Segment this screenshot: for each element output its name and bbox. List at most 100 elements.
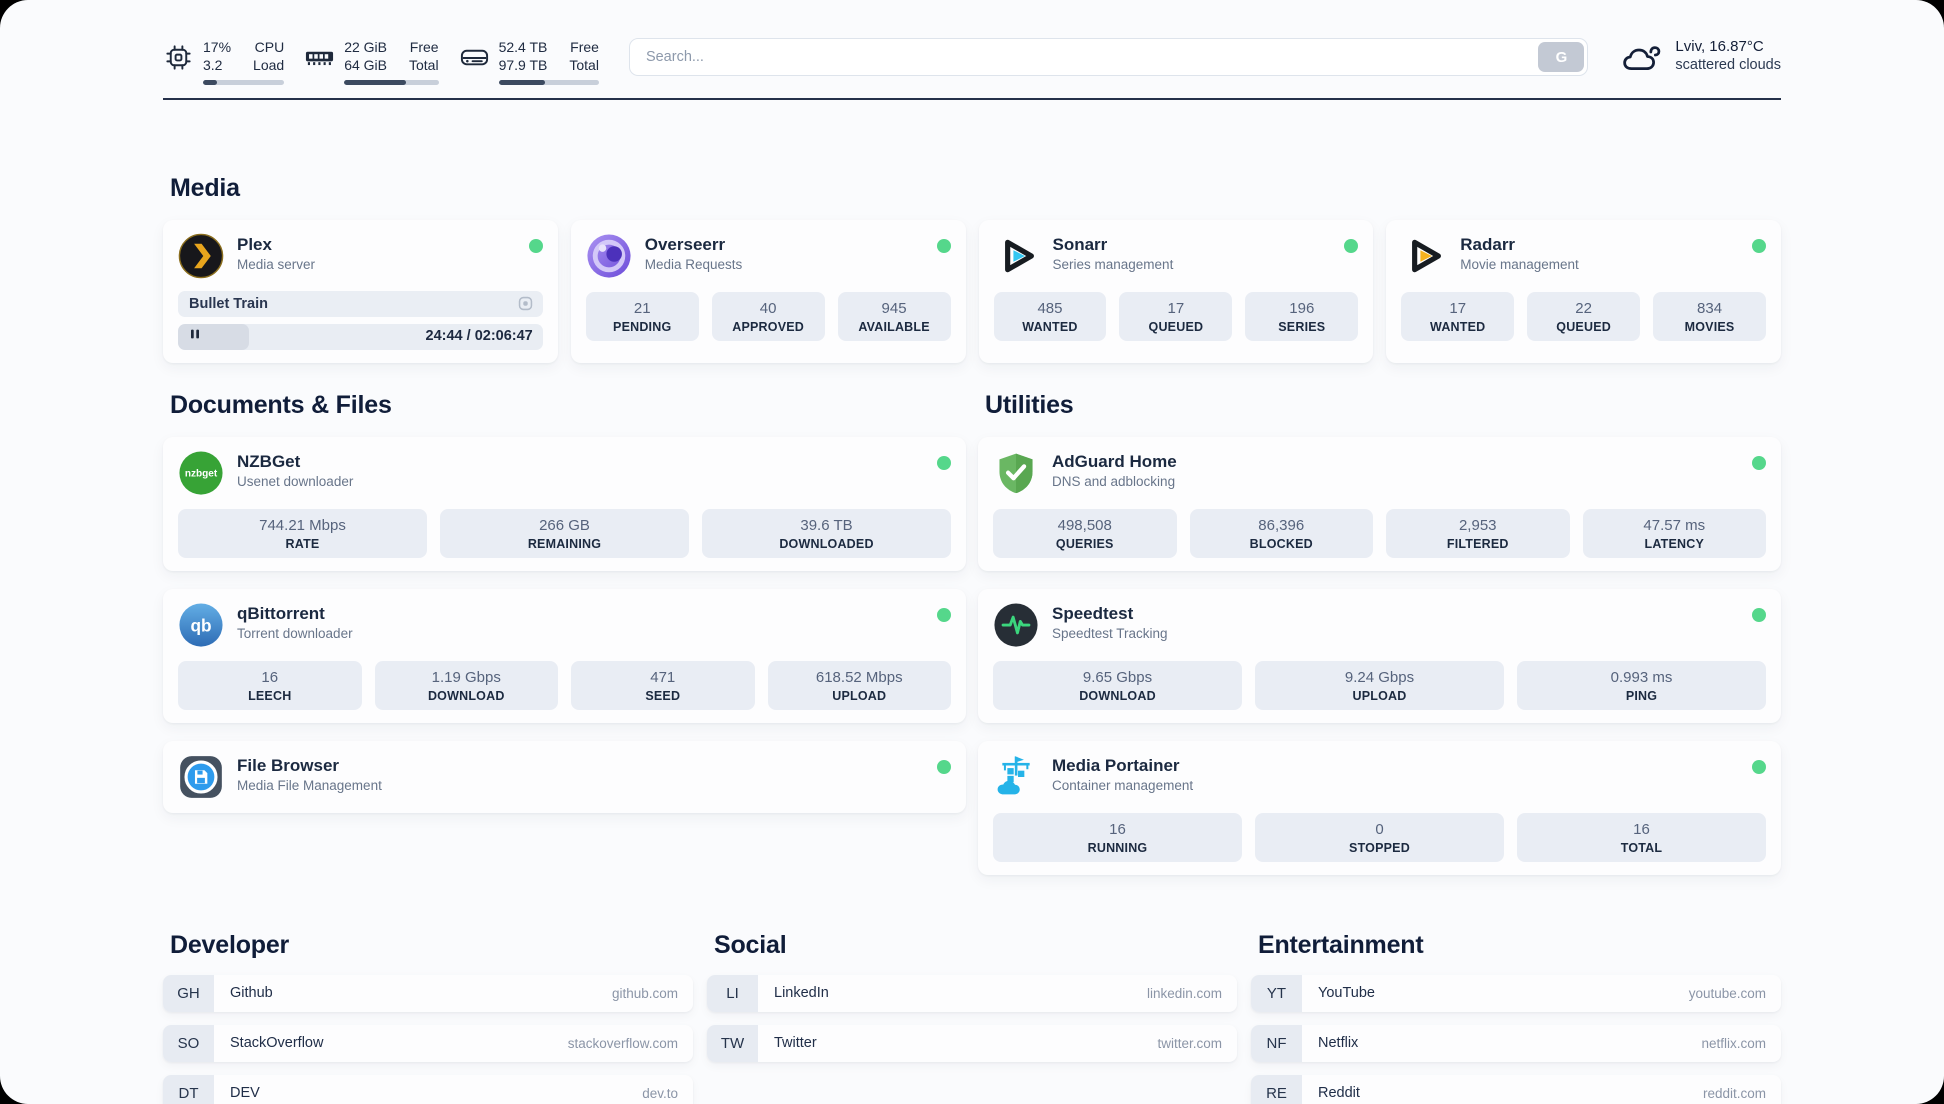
playback-progress-bar[interactable]: 24:44 / 02:06:47 [178, 323, 543, 350]
bookmark-github[interactable]: GH Github github.com [163, 974, 693, 1012]
bookmark-abbr: DT [163, 1074, 214, 1104]
bookmark-reddit[interactable]: RE Reddit reddit.com [1251, 1074, 1781, 1104]
app-subtitle: Media server [237, 256, 316, 272]
bookmark-twitter[interactable]: TW Twitter twitter.com [707, 1024, 1237, 1062]
bookmark-name: StackOverflow [230, 1035, 324, 1052]
plex-icon [178, 233, 224, 279]
section-entertainment: Entertainment YT YouTube youtube.com NF … [1251, 931, 1781, 1104]
status-dot-online [1752, 238, 1766, 253]
app-subtitle: Movie management [1460, 256, 1579, 272]
app-card-sonarr[interactable]: Sonarr Series management 485 WANTED 17 Q… [978, 219, 1374, 363]
stat-queued: 22 QUEUED [1527, 291, 1641, 341]
app-title: Speedtest [1052, 603, 1134, 623]
app-card-nzbget[interactable]: nzbget NZBGet Usenet downloader 744.21 M… [163, 436, 966, 571]
bookmark-name: YouTube [1318, 985, 1375, 1002]
sonarr-icon [994, 233, 1040, 279]
app-subtitle: Speedtest Tracking [1052, 625, 1168, 641]
stat-wanted: 17 WANTED [1401, 291, 1515, 341]
stat-blocked: 86,396 BLOCKED [1189, 508, 1373, 558]
filebrowser-icon [178, 754, 224, 800]
weather-location-temp: Lviv, 16.87°C [1675, 38, 1764, 55]
weather-condition: scattered clouds [1675, 57, 1781, 73]
search-form: G [628, 38, 1589, 76]
stat-series: 196 SERIES [1245, 291, 1359, 341]
app-card-speedtest[interactable]: Speedtest Speedtest Tracking 9.65 Gbps D… [978, 588, 1781, 723]
app-subtitle: Torrent downloader [237, 625, 353, 641]
status-dot-online [936, 238, 951, 253]
section-title-documents: Documents & Files [170, 390, 392, 419]
bookmark-name: Reddit [1318, 1085, 1360, 1102]
stat-stopped: 0 STOPPED [1255, 812, 1504, 862]
bookmark-dev[interactable]: DT DEV dev.to [163, 1074, 693, 1104]
now-playing-row: Bullet Train [178, 290, 543, 317]
ram-icon [304, 42, 335, 73]
section-title-developer: Developer [170, 930, 290, 959]
section-media: Media Plex Media server Bullet Train 24:… [163, 174, 1781, 363]
disk-widget: 52.4 TB 97.9 TB Free Total [459, 38, 599, 85]
app-subtitle: Series management [1052, 256, 1174, 272]
app-card-overseerr[interactable]: Overseerr Media Requests 21 PENDING 40 A… [570, 219, 966, 363]
cpu-progress-bar [203, 79, 285, 85]
stat-remaining: 266 GB REMAINING [440, 508, 689, 558]
bookmark-abbr: RE [1251, 1074, 1302, 1104]
stat-pending: 21 PENDING [585, 291, 699, 341]
stat-download: 1.19 Gbps DOWNLOAD [374, 660, 558, 710]
app-title: Media Portainer [1052, 755, 1180, 775]
stat-ping: 0.993 ms PING [1517, 660, 1766, 710]
nzbget-icon: nzbget [178, 450, 224, 496]
bookmark-stackoverflow[interactable]: SO StackOverflow stackoverflow.com [163, 1024, 693, 1062]
app-subtitle: Container management [1052, 777, 1194, 793]
search-engine-button[interactable]: G [1538, 42, 1585, 72]
memory-widget: 22 GiB 64 GiB Free Total [304, 38, 439, 85]
status-dot-online [937, 759, 951, 774]
disk-total-label: Total [569, 57, 599, 74]
cpu-usage-value: 17% [203, 39, 232, 55]
stat-movies: 834 MOVIES [1653, 291, 1767, 341]
stat-download: 9.65 Gbps DOWNLOAD [993, 660, 1242, 710]
cpu-usage-label: CPU [254, 39, 285, 55]
app-card-qbittorrent[interactable]: qb qBittorrent Torrent downloader 16 LEE… [163, 588, 966, 723]
bookmark-abbr: YT [1251, 974, 1302, 1012]
system-resources: 17% 3.2 CPU Load 22 GiB 64 GiB Free Tota… [163, 38, 599, 85]
app-card-adguard[interactable]: AdGuard Home DNS and adblocking 498,508 … [978, 436, 1781, 571]
app-subtitle: Media Requests [644, 256, 743, 272]
bookmark-linkedin[interactable]: LI LinkedIn linkedin.com [707, 974, 1237, 1012]
app-title: File Browser [237, 755, 340, 775]
memory-free-label: Free [409, 39, 439, 55]
cloud-icon [1621, 38, 1663, 79]
section-title-utilities: Utilities [985, 390, 1074, 419]
stat-queued: 17 QUEUED [1119, 291, 1233, 341]
app-card-portainer[interactable]: Media Portainer Container management 16 … [978, 740, 1781, 875]
app-card-radarr[interactable]: Radarr Movie management 17 WANTED 22 QUE… [1386, 219, 1781, 363]
status-dot-online [528, 238, 543, 253]
app-card-plex[interactable]: Plex Media server Bullet Train 24:44 / 0… [163, 219, 558, 363]
pause-icon[interactable] [187, 326, 203, 347]
stat-running: 16 RUNNING [993, 812, 1242, 862]
bookmark-url: netflix.com [1701, 1035, 1766, 1051]
status-dot-online [1344, 238, 1359, 253]
stat-available: 945 AVAILABLE [837, 291, 951, 341]
bookmark-netflix[interactable]: NF Netflix netflix.com [1251, 1024, 1781, 1062]
stat-seed: 471 SEED [571, 660, 755, 710]
qbittorrent-icon: qb [178, 602, 224, 648]
dashboard-page: 17% 3.2 CPU Load 22 GiB 64 GiB Free Tota… [0, 0, 1944, 1104]
search-input[interactable] [628, 38, 1589, 76]
bookmark-youtube[interactable]: YT YouTube youtube.com [1251, 974, 1781, 1012]
disk-progress-bar [498, 79, 599, 85]
top-bar: 17% 3.2 CPU Load 22 GiB 64 GiB Free Tota… [163, 38, 1781, 85]
stat-upload: 9.24 Gbps UPLOAD [1255, 660, 1504, 710]
app-subtitle: Usenet downloader [237, 473, 354, 489]
app-title: qBittorrent [237, 603, 325, 623]
section-social: Social LI LinkedIn linkedin.com TW Twitt… [707, 931, 1237, 1104]
bookmark-abbr: LI [707, 974, 758, 1012]
bookmark-abbr: NF [1251, 1024, 1302, 1062]
cpu-icon [163, 42, 194, 73]
bookmark-name: Github [230, 985, 273, 1002]
disk-total-value: 97.9 TB [498, 57, 548, 74]
status-dot-online [937, 607, 951, 622]
disk-free-value: 52.4 TB [498, 39, 548, 55]
stat-wanted: 485 WANTED [993, 291, 1107, 341]
memory-total-label: Total [409, 57, 439, 74]
app-card-filebrowser[interactable]: File Browser Media File Management [163, 740, 966, 813]
app-title: NZBGet [237, 451, 301, 471]
